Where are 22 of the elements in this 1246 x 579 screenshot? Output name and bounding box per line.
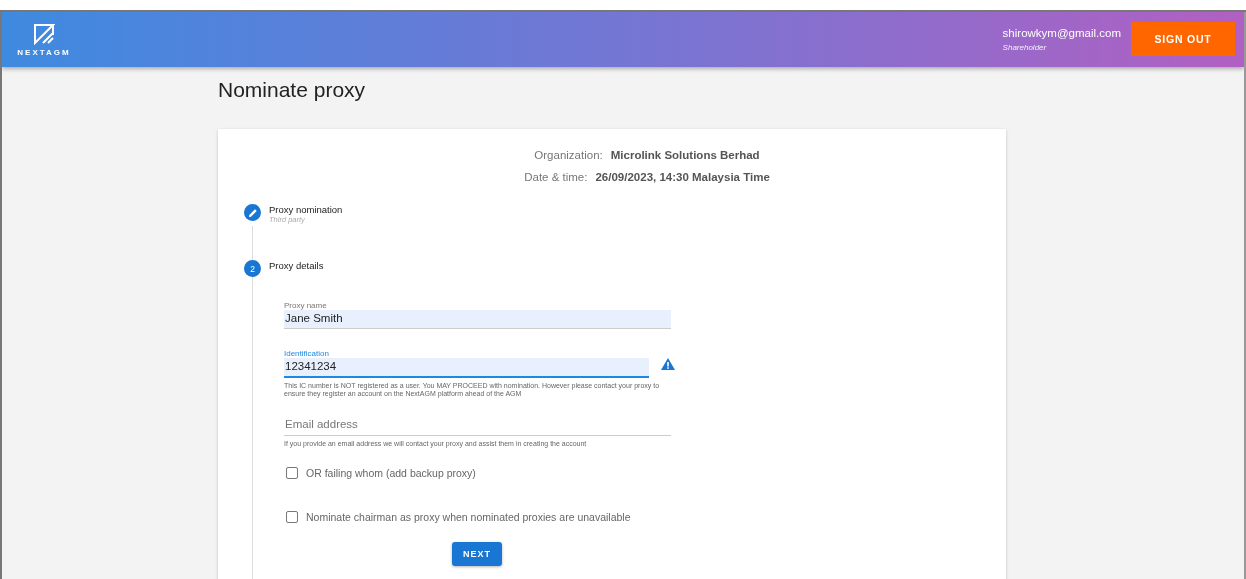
- step-number: 2: [244, 260, 261, 277]
- input-field[interactable]: Proxy name Jane Smith: [284, 301, 671, 329]
- logo-icon: [33, 22, 55, 45]
- step-title: Proxy details: [269, 260, 324, 271]
- input-field[interactable]: Identification 12341234: [284, 349, 649, 378]
- pencil-icon: [244, 204, 261, 221]
- meeting-value: 26/09/2023, 14:30 Malaysia Time: [595, 171, 770, 183]
- checkbox[interactable]: [286, 511, 298, 524]
- step-title: Proxy nomination: [269, 204, 343, 215]
- page-title: Nominate proxy: [218, 78, 366, 103]
- sign-out-button[interactable]: SIGN OUT: [1131, 21, 1235, 56]
- meeting-label: Date & time:: [524, 171, 588, 183]
- logo-text: NEXTAGM: [17, 47, 71, 57]
- next-button[interactable]: NEXT: [452, 542, 502, 567]
- checkbox[interactable]: [286, 467, 298, 480]
- user-email: shirowkym@gmail.com: [1002, 27, 1121, 39]
- meeting-label: Organization:: [534, 149, 603, 161]
- user-role: Shareholder: [1002, 43, 1048, 52]
- meeting-value: Microlink Solutions Berhad: [610, 149, 760, 161]
- checkbox-label: OR failing whom (add backup proxy): [306, 467, 476, 480]
- checkbox-label: Nominate chairman as proxy when nominated proxies are unavailable: [306, 511, 631, 524]
- input-field[interactable]: Email address: [284, 418, 671, 437]
